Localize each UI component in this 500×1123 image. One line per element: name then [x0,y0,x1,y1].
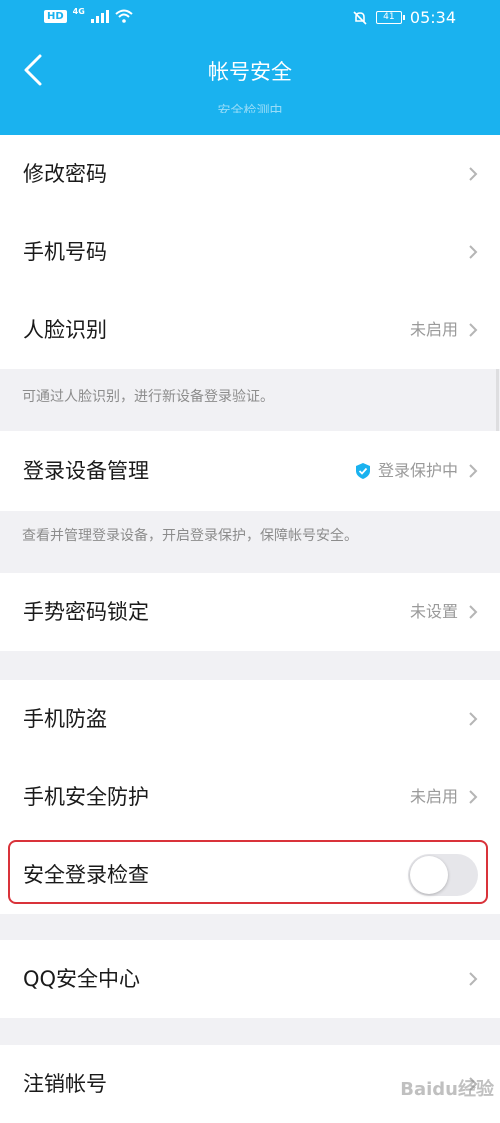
scrolling-ghost-text: 安全检测中 [217,104,283,113]
chevron-right-icon [469,790,478,804]
chevron-right-icon [469,605,478,619]
change-password-item[interactable]: 修改密码 [0,135,500,213]
item-status-group: 登录保护中 [355,431,458,511]
item-label: 手机安全防护 [23,785,149,809]
network-type: 4G [72,6,85,16]
chevron-right-icon [469,972,478,986]
page-title: 帐号安全 [208,60,292,84]
login-device-management-item[interactable]: 登录设备管理 登录保护中 [0,431,500,511]
watermark: Baidu经验 [400,1079,494,1100]
battery-level: 41 [383,12,395,22]
hd-icon: HD [44,9,67,23]
item-label: 人脸识别 [23,318,107,342]
chevron-right-icon [469,245,478,259]
phone-anti-theft-item[interactable]: 手机防盗 [0,680,500,758]
item-status: 未设置 [409,602,458,621]
item-label: 修改密码 [23,162,107,186]
note-text: 查看并管理登录设备，开启登录保护，保障帐号安全。 [22,528,358,544]
battery-icon: 41 [375,11,405,24]
highlight-box [8,840,488,904]
chevron-right-icon [469,323,478,337]
clock: 05:34 [409,8,456,27]
wifi-icon [115,9,133,23]
item-label: QQ安全中心 [23,967,141,991]
item-label: 注销帐号 [23,1072,107,1096]
app-header: HD 4G 41 05:34 帐号安全 安全检测中 [0,0,500,135]
item-label: 登录设备管理 [23,459,149,483]
shield-check-icon [355,463,370,479]
status-bar: HD 4G 41 05:34 [0,0,500,40]
item-status: 未启用 [409,320,458,339]
phone-number-item[interactable]: 手机号码 [0,213,500,291]
chevron-right-icon [469,712,478,726]
gesture-password-item[interactable]: 手势密码锁定 未设置 [0,573,500,651]
phone-security-protection-item[interactable]: 手机安全防护 未启用 [0,758,500,836]
signal-icon [90,9,109,23]
face-recognition-note: 可通过人脸识别，进行新设备登录验证。 [0,369,500,431]
qq-security-center-item[interactable]: QQ安全中心 [0,940,500,1018]
face-recognition-item[interactable]: 人脸识别 未启用 [0,291,500,369]
note-text: 可通过人脸识别，进行新设备登录验证。 [22,389,274,405]
item-status: 登录保护中 [377,461,458,480]
item-label: 手势密码锁定 [23,600,149,624]
item-label: 手机防盗 [23,707,107,731]
chevron-right-icon [469,464,478,478]
chevron-right-icon [469,167,478,181]
mute-bell-icon [353,10,367,25]
item-label: 手机号码 [23,240,107,264]
device-management-note: 查看并管理登录设备，开启登录保护，保障帐号安全。 [0,511,500,573]
item-status: 未启用 [409,787,458,806]
